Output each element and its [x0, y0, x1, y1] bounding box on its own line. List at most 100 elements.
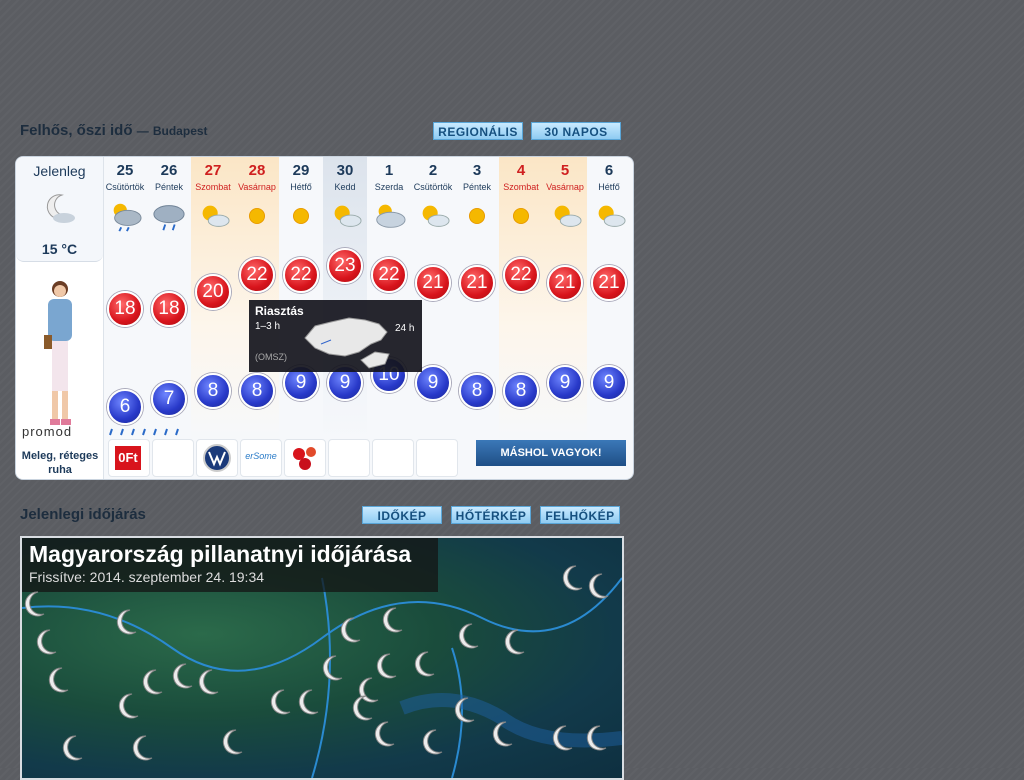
partly-sunny-icon: [554, 205, 582, 227]
hoterkep-button[interactable]: HŐTÉRKÉP: [451, 506, 531, 524]
moon-icon: [374, 721, 395, 747]
day-name: Szombat: [195, 182, 231, 192]
moon-icon: [36, 629, 57, 655]
forecast-title: Felhős, őszi idő: [20, 122, 133, 139]
flower-logo-icon[interactable]: [284, 439, 326, 477]
day-number: 28: [248, 162, 266, 179]
clothing-tip: Meleg, réteges ruha: [21, 450, 99, 476]
partly-sunny-icon: [334, 205, 362, 227]
empty-ad-slot-icon[interactable]: [328, 439, 370, 477]
elsewhere-button[interactable]: MÁSHOL VAGYOK!: [476, 440, 626, 466]
alert-range-long: 24 h: [395, 323, 415, 334]
felhokep-button[interactable]: FELHŐKÉP: [540, 506, 620, 524]
day-column[interactable]: 26 Péntek 18 7: [147, 157, 191, 442]
empty-ad-slot-icon[interactable]: [416, 439, 458, 477]
forecast-header: Felhős, őszi idő — Budapest: [20, 122, 208, 139]
max-temperature: 22: [503, 256, 539, 293]
day-name: Vasárnap: [238, 182, 276, 192]
partly-sunny-icon: [202, 205, 230, 227]
moon-icon: [454, 697, 475, 723]
day-number: 4: [516, 162, 526, 179]
empty-ad-slot-icon[interactable]: [372, 439, 414, 477]
thirty-day-button[interactable]: 30 NAPOS: [531, 122, 621, 140]
current-label: Jelenleg: [33, 163, 86, 179]
max-temperature: 22: [283, 256, 319, 293]
moon-icon: [422, 729, 443, 755]
day-number: 26: [160, 162, 178, 179]
moon-icon: [414, 651, 435, 677]
moon-icon: [132, 735, 153, 761]
idokep-button[interactable]: IDŐKÉP: [362, 506, 442, 524]
max-temperature: 18: [107, 291, 143, 327]
min-temperature: 9: [591, 365, 627, 401]
day-number: 6: [604, 162, 614, 179]
moon-icon: [504, 629, 525, 655]
sun-icon: [468, 207, 486, 225]
current-box: Jelenleg 15 °C: [16, 157, 103, 262]
partly-cloudy-icon: [376, 204, 406, 228]
day-column[interactable]: 4 Szombat 22 8: [499, 157, 543, 442]
current-column: Jelenleg 15 °C promod Meleg, réteges ruh…: [16, 157, 104, 479]
hungary-map-icon: [304, 317, 390, 369]
ersome-logo-icon[interactable]: erSome: [240, 439, 282, 477]
zero-ft-logo-icon[interactable]: 0Ft: [108, 439, 150, 477]
moon-icon: [116, 609, 137, 635]
title-dash: —: [136, 124, 149, 138]
moon-icon: [562, 565, 583, 591]
moon-icon: [340, 617, 361, 643]
max-temperature: 22: [371, 256, 407, 293]
moon-icon: [586, 725, 607, 751]
volkswagen-logo-icon[interactable]: [196, 439, 238, 477]
ad-label: 0Ft: [115, 446, 141, 470]
day-column[interactable]: 6 Hétfő 21 9: [587, 157, 631, 442]
moon-icon: [222, 729, 243, 755]
min-temperature: 7: [151, 381, 187, 417]
moon-icon: [48, 667, 69, 693]
weather-map[interactable]: Magyarország pillanatnyi időjárása Friss…: [20, 536, 624, 780]
min-temperature: 6: [107, 389, 143, 425]
day-name: Hétfő: [290, 182, 312, 192]
day-name: Péntek: [462, 182, 492, 192]
moon-icon: [588, 573, 609, 599]
sun-icon: [512, 207, 530, 225]
min-temperature: 9: [547, 365, 583, 401]
moon-icon: [142, 669, 163, 695]
forecast-panel: Jelenleg 15 °C promod Meleg, réteges ruh…: [15, 156, 634, 480]
cloudy-sun-rain-icon: [113, 203, 142, 232]
map-header: Magyarország pillanatnyi időjárása Friss…: [22, 538, 438, 592]
moon-icon: [492, 721, 513, 747]
fashion-ad-image[interactable]: [30, 277, 90, 427]
day-name: Szombat: [503, 182, 539, 192]
max-temperature: 22: [239, 256, 275, 293]
day-column[interactable]: 27 Szombat 20 8: [191, 157, 235, 442]
max-temperature: 21: [415, 265, 451, 302]
day-name: Kedd: [334, 182, 356, 192]
day-number: 27: [204, 162, 222, 179]
regional-button[interactable]: REGIONÁLIS: [433, 122, 523, 140]
moon-icon: [552, 725, 573, 751]
current-temperature: 15 °C: [41, 241, 78, 257]
day-number: 25: [116, 162, 134, 179]
day-number: 1: [384, 162, 394, 179]
alert-popup[interactable]: Riasztás 1–3 h 24 h (OMSZ): [249, 300, 422, 372]
day-name: Csütörtök: [105, 182, 145, 192]
max-temperature: 18: [151, 291, 187, 327]
moon-cloud-icon: [46, 194, 75, 223]
day-column[interactable]: 5 Vasárnap 21 9: [543, 157, 587, 442]
alert-title: Riasztás: [255, 304, 304, 318]
promod-logo[interactable]: promod: [22, 424, 72, 439]
partly-sunny-icon: [598, 205, 626, 227]
forecast-city: Budapest: [152, 124, 208, 138]
day-name: Hétfő: [598, 182, 620, 192]
moon-icon: [382, 607, 403, 633]
min-temperature: 8: [459, 373, 495, 409]
empty-ad-slot-icon[interactable]: [152, 439, 194, 477]
max-temperature: 20: [195, 273, 231, 310]
max-temperature: 21: [459, 265, 495, 302]
day-column[interactable]: 25 Csütörtök 18 6: [103, 157, 179, 442]
day-name: Péntek: [154, 182, 184, 192]
map-title: Magyarország pillanatnyi időjárása: [29, 541, 412, 567]
day-column[interactable]: 3 Péntek 21 8: [455, 157, 499, 442]
day-number: 5: [560, 162, 570, 179]
max-temperature: 21: [591, 265, 627, 302]
